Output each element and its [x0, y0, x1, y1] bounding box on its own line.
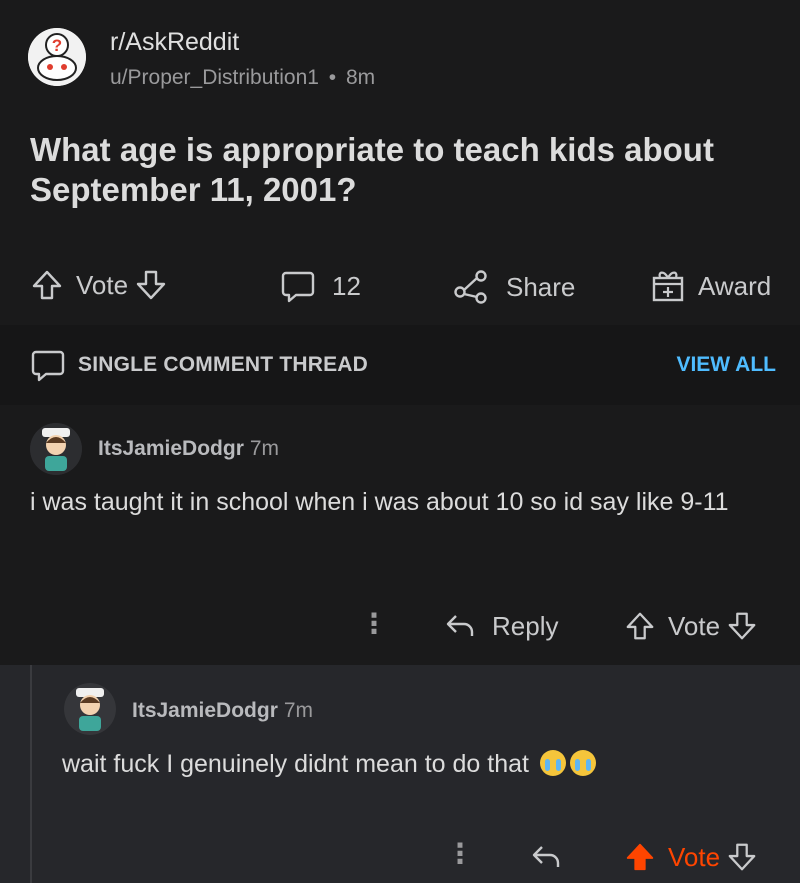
- comment: ItsJamieDodgr 7m i was taught it in schoo…: [0, 405, 800, 665]
- subreddit-name[interactable]: r/AskReddit: [110, 28, 239, 57]
- comment-username[interactable]: ItsJamieDodgr: [98, 437, 244, 460]
- snoo-question-icon: ?: [28, 28, 86, 86]
- reply-arrow-icon: [530, 841, 562, 873]
- upvote-arrow-icon[interactable]: [624, 610, 656, 642]
- post-author[interactable]: u/Proper_Distribution1: [110, 66, 319, 89]
- comment-vote-control: Vote: [624, 841, 758, 873]
- comment-body: i was taught it in school when i was abo…: [30, 488, 729, 516]
- comments-button[interactable]: 12: [280, 268, 361, 304]
- share-icon: [452, 268, 490, 306]
- comment-age: 7m: [249, 437, 280, 460]
- reply-button[interactable]: Reply: [444, 610, 558, 642]
- comment-age: 7m: [283, 699, 314, 722]
- share-label: Share: [506, 271, 576, 302]
- vote-label: Vote: [668, 841, 721, 872]
- more-options-icon[interactable]: ⋮: [446, 837, 474, 870]
- reply-arrow-icon: [444, 610, 476, 642]
- downvote-arrow-icon[interactable]: [726, 610, 758, 642]
- more-options-icon[interactable]: ⋮: [360, 607, 388, 640]
- avatar[interactable]: [30, 423, 82, 475]
- post-age: 8m: [346, 66, 376, 89]
- comment-reply: ItsJamieDodgr 7m wait fuck I genuinely di…: [0, 665, 800, 883]
- vote-label: Vote: [76, 269, 129, 300]
- post-card: ? r/AskReddit u/Proper_Distribution1 • 8…: [0, 0, 800, 325]
- meta-separator: •: [328, 66, 337, 89]
- thread-label: SINGLE COMMENT THREAD: [78, 353, 369, 376]
- comment-body: wait fuck I genuinely didnt mean to do t…: [62, 750, 529, 778]
- comment-author-line: ItsJamieDodgr 7m: [98, 437, 279, 461]
- comment-bubble-icon: [30, 347, 66, 388]
- post-meta: u/Proper_Distribution1 • 8m: [110, 66, 375, 90]
- upvote-arrow-active-icon[interactable]: [624, 841, 656, 873]
- comment-username[interactable]: ItsJamieDodgr: [132, 699, 278, 722]
- crying-face-emoji-icon: [539, 750, 566, 776]
- vote-control: Vote: [30, 268, 168, 302]
- comment-vote-control: Vote: [624, 610, 758, 642]
- comment-count: 12: [332, 270, 361, 301]
- subreddit-avatar[interactable]: ?: [28, 28, 86, 86]
- single-thread-bar: SINGLE COMMENT THREAD VIEW ALL: [0, 325, 800, 405]
- post-title[interactable]: What age is appropriate to teach kids ab…: [30, 130, 770, 210]
- thread-line[interactable]: [30, 665, 32, 883]
- share-button[interactable]: Share: [452, 268, 575, 306]
- avatar[interactable]: [64, 683, 116, 735]
- reply-label: Reply: [492, 610, 559, 641]
- award-label: Award: [698, 270, 772, 301]
- svg-text:?: ?: [52, 36, 62, 55]
- reply-button[interactable]: [530, 841, 562, 873]
- comment-bubble-icon: [280, 268, 316, 304]
- gift-award-icon: [650, 268, 686, 304]
- comment-author-line: ItsJamieDodgr 7m: [132, 699, 313, 723]
- comment-body-line: wait fuck I genuinely didnt mean to do t…: [62, 747, 772, 781]
- downvote-arrow-icon[interactable]: [134, 268, 168, 302]
- downvote-arrow-icon[interactable]: [726, 841, 758, 873]
- upvote-arrow-icon[interactable]: [30, 268, 64, 302]
- view-all-link[interactable]: VIEW ALL: [676, 353, 776, 377]
- post-action-bar: Vote 12 Share Award: [0, 268, 800, 312]
- user-avatar-icon: [30, 423, 82, 475]
- crying-face-emoji-icon: [569, 750, 596, 776]
- vote-label: Vote: [668, 610, 721, 641]
- user-avatar-icon: [64, 683, 116, 735]
- award-button[interactable]: Award: [650, 268, 771, 304]
